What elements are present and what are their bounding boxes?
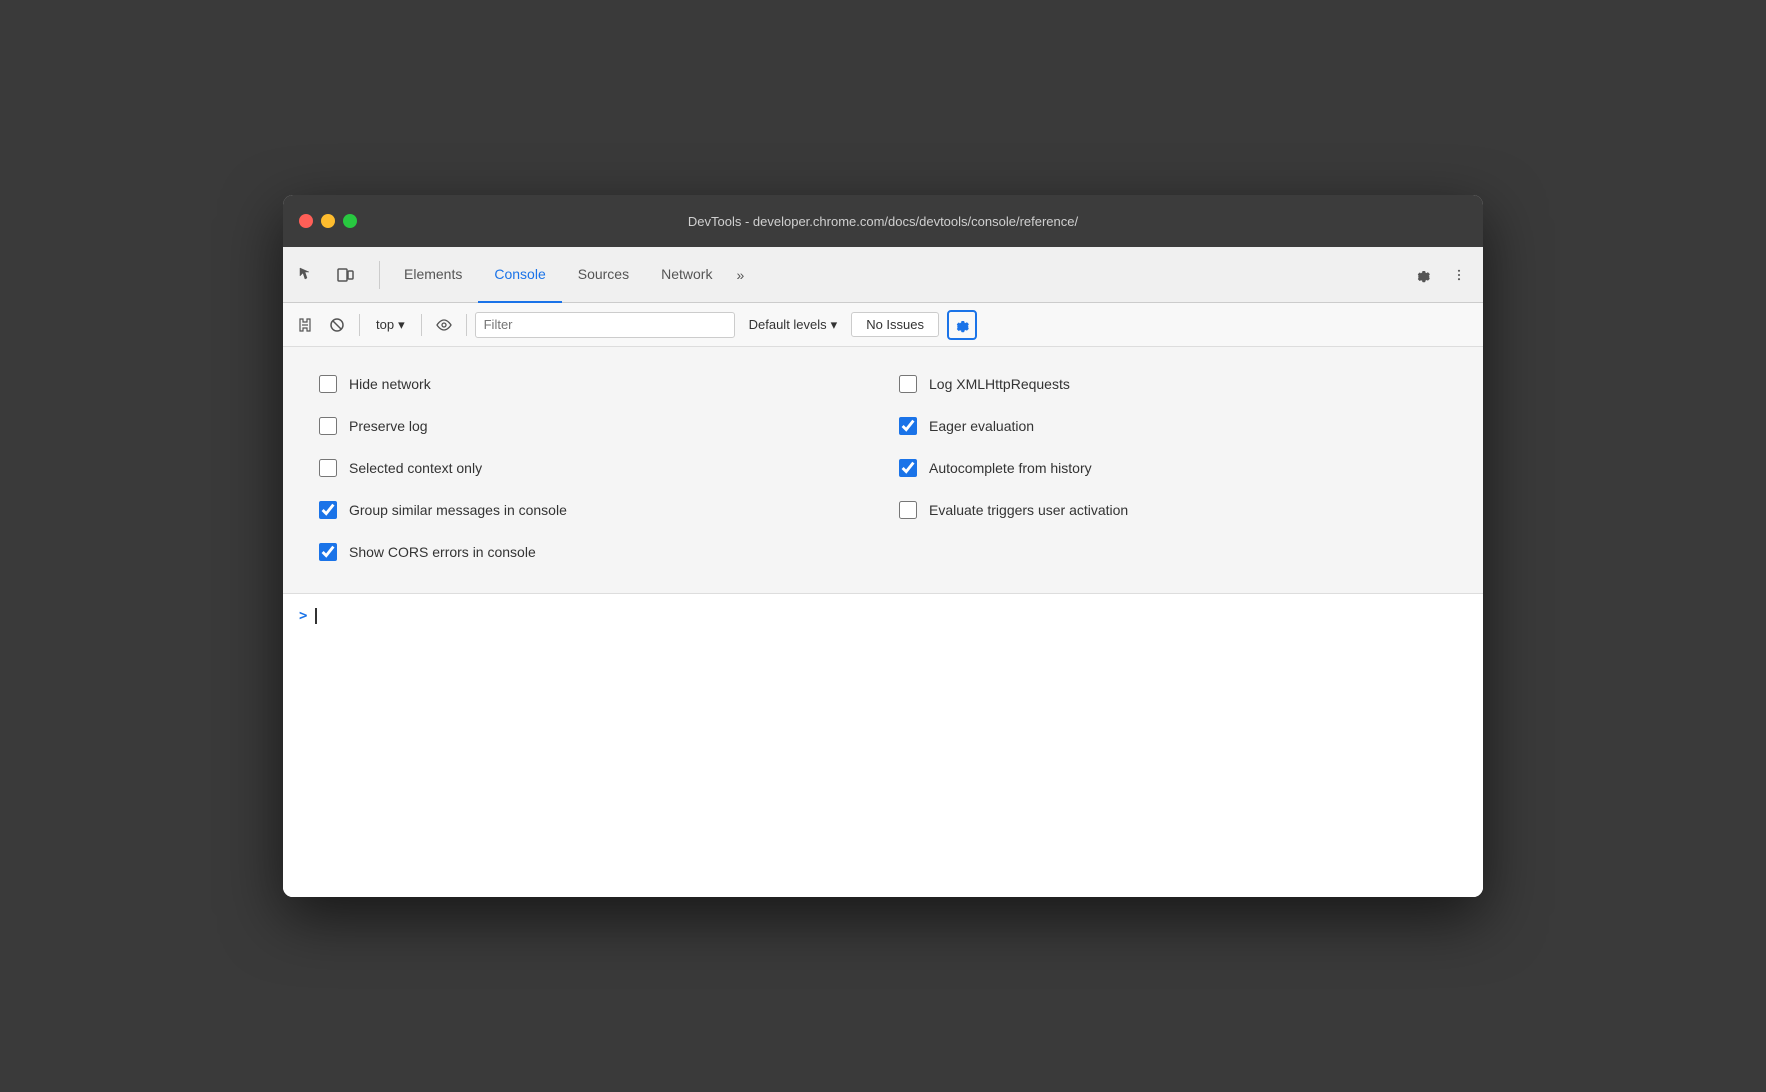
settings-active-button[interactable] <box>947 310 977 340</box>
log-xml-label[interactable]: Log XMLHttpRequests <box>929 376 1070 392</box>
tab-network[interactable]: Network <box>645 247 728 303</box>
hide-network-checkbox[interactable] <box>319 375 337 393</box>
evaluate-triggers-checkbox[interactable] <box>899 501 917 519</box>
eager-eval-label[interactable]: Eager evaluation <box>929 418 1034 434</box>
hide-network-label[interactable]: Hide network <box>349 376 431 392</box>
console-prompt: > <box>299 608 307 624</box>
titlebar: DevTools - developer.chrome.com/docs/dev… <box>283 195 1483 247</box>
window-title: DevTools - developer.chrome.com/docs/dev… <box>688 214 1078 229</box>
preserve-log-label[interactable]: Preserve log <box>349 418 428 434</box>
toolbar-icons <box>291 259 361 291</box>
context-selector[interactable]: top ▾ <box>368 313 413 337</box>
eager-eval-item: Eager evaluation <box>883 405 1463 447</box>
maximize-button[interactable] <box>343 214 357 228</box>
settings-left-column: Hide network Preserve log Selected conte… <box>303 363 883 573</box>
log-xml-checkbox[interactable] <box>899 375 917 393</box>
log-levels-button[interactable]: Default levels ▾ <box>739 313 848 337</box>
settings-panel: Hide network Preserve log Selected conte… <box>283 347 1483 897</box>
group-similar-label[interactable]: Group similar messages in console <box>349 502 567 518</box>
clear-console-button[interactable] <box>291 311 319 339</box>
evaluate-triggers-label[interactable]: Evaluate triggers user activation <box>929 502 1128 518</box>
eye-button[interactable] <box>430 311 458 339</box>
log-xml-item: Log XMLHttpRequests <box>883 363 1463 405</box>
console-toolbar: top ▾ Default levels ▾ No Issues <box>283 303 1483 347</box>
autocomplete-history-checkbox[interactable] <box>899 459 917 477</box>
selected-context-checkbox[interactable] <box>319 459 337 477</box>
settings-grid: Hide network Preserve log Selected conte… <box>283 347 1483 593</box>
tab-elements[interactable]: Elements <box>388 247 478 303</box>
preserve-log-item: Preserve log <box>303 405 883 447</box>
close-button[interactable] <box>299 214 313 228</box>
more-tabs-button[interactable]: » <box>728 267 752 283</box>
tab-sources[interactable]: Sources <box>562 247 645 303</box>
toolbar-divider-2 <box>421 314 422 336</box>
devtools-panel: Elements Console Sources Network » <box>283 247 1483 897</box>
tab-divider <box>379 261 380 289</box>
selected-context-item: Selected context only <box>303 447 883 489</box>
settings-button[interactable] <box>1407 259 1439 291</box>
tabs-bar: Elements Console Sources Network » <box>283 247 1483 303</box>
autocomplete-history-item: Autocomplete from history <box>883 447 1463 489</box>
selected-context-label[interactable]: Selected context only <box>349 460 482 476</box>
tabs-right-controls <box>1407 259 1475 291</box>
preserve-log-checkbox[interactable] <box>319 417 337 435</box>
show-cors-label[interactable]: Show CORS errors in console <box>349 544 536 560</box>
toolbar-divider-1 <box>359 314 360 336</box>
group-similar-item: Group similar messages in console <box>303 489 883 531</box>
toolbar-divider-3 <box>466 314 467 336</box>
more-options-button[interactable] <box>1443 259 1475 291</box>
console-cursor <box>315 608 317 624</box>
minimize-button[interactable] <box>321 214 335 228</box>
no-issues-button[interactable]: No Issues <box>851 312 939 337</box>
autocomplete-history-label[interactable]: Autocomplete from history <box>929 460 1092 476</box>
device-toggle-button[interactable] <box>329 259 361 291</box>
evaluate-triggers-item: Evaluate triggers user activation <box>883 489 1463 531</box>
group-similar-checkbox[interactable] <box>319 501 337 519</box>
settings-right-column: Log XMLHttpRequests Eager evaluation Aut… <box>883 363 1463 573</box>
inspect-element-button[interactable] <box>291 259 323 291</box>
show-cors-item: Show CORS errors in console <box>303 531 883 573</box>
block-icon-button[interactable] <box>323 311 351 339</box>
console-input-area: > <box>283 593 1483 637</box>
devtools-window: DevTools - developer.chrome.com/docs/dev… <box>283 195 1483 897</box>
filter-input[interactable] <box>475 312 735 338</box>
hide-network-item: Hide network <box>303 363 883 405</box>
show-cors-checkbox[interactable] <box>319 543 337 561</box>
console-output-area <box>283 637 1483 897</box>
tab-console[interactable]: Console <box>478 247 561 303</box>
traffic-lights <box>299 214 357 228</box>
eager-eval-checkbox[interactable] <box>899 417 917 435</box>
